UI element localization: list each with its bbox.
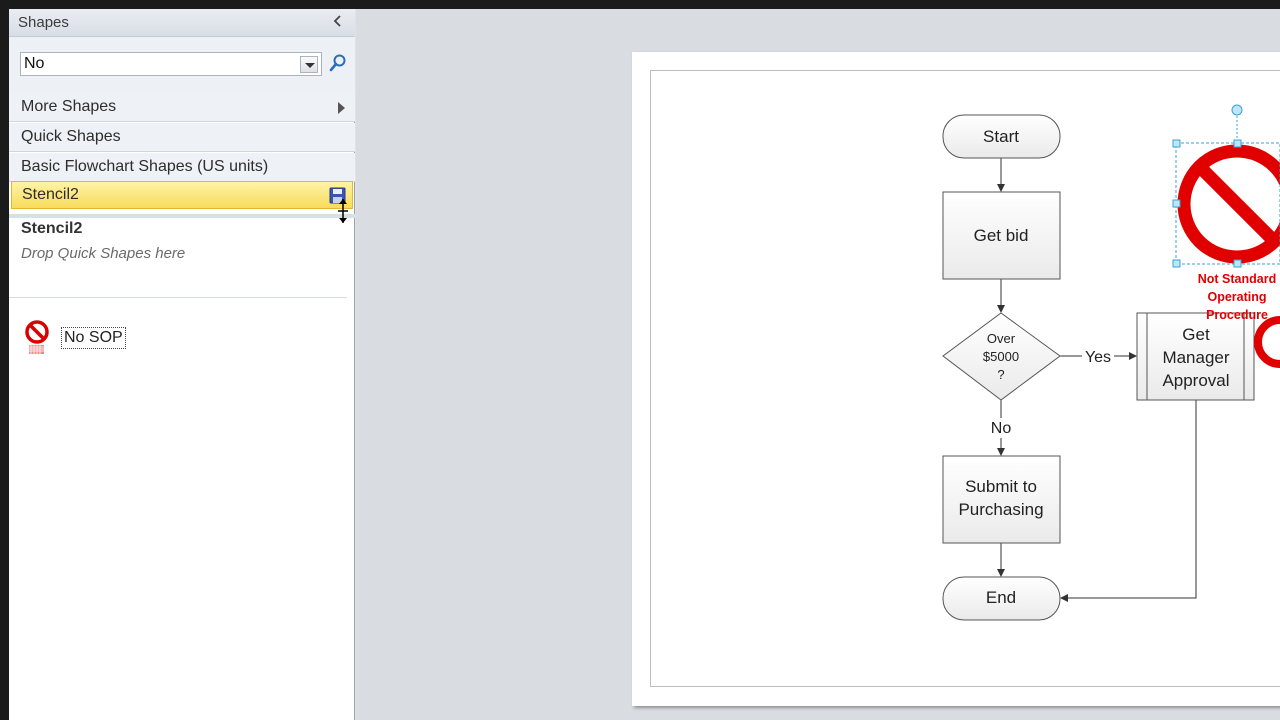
section-stencil2[interactable]: Stencil2 [11,181,353,209]
master-no-sop[interactable]: No SOP [23,320,133,358]
yes-label: Yes [1085,349,1111,366]
decision-label-line2: $5000 [983,349,1019,364]
shape-search-box [20,52,322,76]
resize-cursor-icon [337,197,349,225]
shapes-pane-title: Shapes [18,14,69,31]
end-terminator[interactable]: End [942,576,1061,621]
resize-handle[interactable] [1172,139,1181,148]
resize-handle[interactable] [1172,259,1181,268]
no-sop-shape[interactable]: Not Standard Operating Procedure [1177,144,1280,322]
start-terminator[interactable]: Start [942,114,1061,159]
approval-label-line2: Manager [1162,348,1229,367]
submit-to-purchasing-process[interactable]: Submit to Purchasing [942,455,1061,544]
chevron-left-icon [333,15,341,27]
decision-over-5000[interactable]: Over $5000 ? [942,312,1061,401]
get-bid-label: Get bid [974,226,1029,245]
shape-search-row [9,37,355,93]
section-quick-shapes[interactable]: Quick Shapes [9,123,355,152]
no-sop-caption-line1: Not Standard [1198,272,1276,286]
partial-no-sop-shape[interactable] [1254,316,1280,368]
approval-label-line3: Approval [1162,371,1229,390]
get-bid-process[interactable]: Get bid [942,191,1061,280]
end-label: End [986,588,1016,607]
section-label: Basic Flowchart Shapes (US units) [21,158,269,175]
arrow-right-icon [338,102,345,114]
resize-handle[interactable] [1172,199,1181,208]
section-label: Quick Shapes [21,128,121,145]
resize-handle[interactable] [1233,259,1242,268]
search-dropdown-button[interactable] [300,56,318,73]
stencil-title: Stencil2 [21,220,83,237]
search-button[interactable] [328,53,348,73]
section-label: Stencil2 [22,186,79,203]
decision-label-line1: Over [987,331,1016,346]
divider [9,297,347,298]
rotation-handle[interactable] [1231,104,1243,116]
submit-label-line2: Purchasing [958,500,1043,519]
start-label: Start [983,127,1019,146]
section-label: More Shapes [21,98,117,115]
connector[interactable] [1060,400,1197,602]
no-label: No [991,420,1012,437]
resize-handle[interactable] [1233,139,1242,148]
decision-label-line3: ? [997,367,1004,382]
shapes-pane: Shapes More Shapes Q [9,9,355,720]
window-left-border [0,0,9,720]
section-more-shapes[interactable]: More Shapes [9,93,355,122]
master-label: No SOP [61,327,126,349]
no-sop-caption-line2: Operating [1207,290,1266,304]
approval-label-line1: Get [1182,325,1210,344]
stencil-drop-hint: Drop Quick Shapes here [21,245,186,262]
visio-window: Shapes More Shapes Q [0,0,1280,720]
shape-search-input[interactable] [21,53,297,75]
section-basic-flowchart[interactable]: Basic Flowchart Shapes (US units) [9,153,355,182]
stencil-splitter[interactable] [9,214,355,218]
shapes-pane-header: Shapes [9,9,355,37]
collapse-pane-button[interactable] [331,13,345,31]
flowchart-diagram: Start Get bid Over $5000 ? Yes No Get Ma… [632,52,1280,720]
submit-label-line1: Submit to [965,477,1037,496]
search-icon [329,54,346,72]
no-sop-caption-line3: Procedure [1206,308,1268,322]
get-manager-approval-subprocess[interactable]: Get Manager Approval [1136,312,1255,401]
window-top-border [0,0,1280,9]
no-sop-icon [25,320,49,354]
